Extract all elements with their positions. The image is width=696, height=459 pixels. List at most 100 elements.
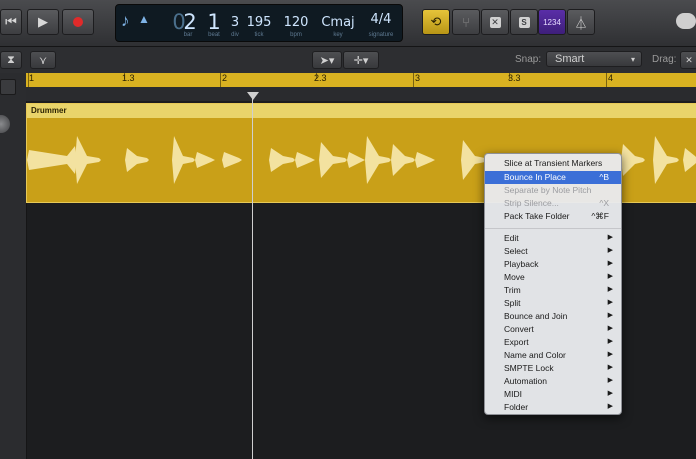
metronome-button[interactable]: ⏃ — [567, 9, 595, 35]
submenu-automation[interactable]: Automation ▶ — [485, 375, 621, 388]
lcd-bar-label: bar — [183, 32, 193, 38]
submenu-arrow-icon: ▶ — [607, 312, 613, 319]
submenu-move[interactable]: Move ▶ — [485, 271, 621, 284]
submenu-bounce-and-join[interactable]: Bounce and Join ▶ — [485, 310, 621, 323]
rewind-icon: ⏮ — [5, 14, 17, 29]
replace-button[interactable]: ✕ — [481, 9, 509, 35]
rewind-button[interactable]: ⏮ — [0, 9, 22, 35]
menu-item-slice-transients[interactable]: Slice at Transient Markers — [485, 157, 621, 170]
count-in-label: 1234 — [543, 17, 561, 27]
menu-shortcut: ^B — [599, 172, 609, 182]
solo-button[interactable]: S — [510, 9, 538, 35]
submenu-playback[interactable]: Playback ▶ — [485, 258, 621, 271]
menu-item-separate-by-pitch: Separate by Note Pitch — [504, 185, 592, 195]
menu-shortcut: ^X — [599, 198, 609, 208]
submenu-arrow-icon: ▶ — [607, 247, 613, 254]
lcd-bar[interactable]: 2 — [182, 10, 198, 34]
submenu-arrow-icon: ▶ — [607, 273, 613, 280]
lcd-beat[interactable]: 1 — [206, 10, 222, 34]
submenu-arrow-icon: ▶ — [607, 403, 613, 410]
record-icon — [73, 17, 83, 27]
tuner-button[interactable]: ⑂ — [452, 9, 480, 35]
menu-separator — [485, 228, 621, 229]
submenu-split[interactable]: Split ▶ — [485, 297, 621, 310]
play-icon: ▶ — [38, 14, 48, 29]
lcd-tick-label: tick — [254, 32, 264, 38]
pointer-tool-menu[interactable]: ➤▾ — [312, 51, 342, 69]
menu-item-pack-take-folder[interactable]: Pack Take Folder ^⌘F — [485, 210, 621, 223]
secondary-tool-menu[interactable]: ✛▾ — [343, 51, 379, 69]
submenu-arrow-icon: ▶ — [607, 325, 613, 332]
tuner-icon[interactable]: ♪ — [121, 11, 130, 31]
metronome-icon: ⏃ — [574, 15, 588, 31]
submenu-trim[interactable]: Trim ▶ — [485, 284, 621, 297]
lcd-div-label: div — [231, 32, 239, 38]
lcd-key[interactable]: Cmaj — [321, 15, 355, 30]
region-name: Drummer — [31, 106, 67, 115]
context-menu: Slice at Transient Markers Bounce In Pla… — [484, 153, 622, 415]
ruler-mark: 2.3 — [314, 73, 327, 83]
playhead-handle[interactable] — [247, 92, 259, 100]
track-header-button[interactable] — [0, 79, 16, 95]
filter-button[interactable]: ⋎ — [30, 51, 56, 69]
submenu-arrow-icon: ▶ — [607, 234, 613, 241]
submenu-export[interactable]: Export ▶ — [485, 336, 621, 349]
pointer-icon: ➤▾ — [319, 54, 335, 67]
tracks-toolbar: ⧗ ⋎ ➤▾ ✛▾ Snap: Smart ▾ Drag: ✕ — [0, 47, 696, 74]
snap-label: Snap: — [515, 54, 542, 65]
submenu-smpte-lock[interactable]: SMPTE Lock ▶ — [485, 362, 621, 375]
track-header-column — [0, 73, 27, 459]
chevron-down-icon: ▾ — [630, 54, 635, 64]
playhead-line — [252, 92, 253, 459]
ruler-mark: 4 — [608, 73, 614, 83]
collapse-button[interactable]: ⧗ — [0, 51, 22, 69]
secondary-ruler[interactable] — [26, 87, 696, 102]
solo-icon: S — [518, 16, 530, 28]
drag-label: Drag: — [652, 54, 677, 65]
filter-icon: ⋎ — [38, 54, 48, 67]
lcd-display[interactable]: ♪ ▲ 0 2 1 3 195 120 Cmaj 4/4 bar beat di… — [115, 4, 403, 42]
submenu-edit[interactable]: Edit ▶ — [485, 232, 621, 245]
submenu-name-and-color[interactable]: Name and Color ▶ — [485, 349, 621, 362]
crosshair-icon: ✛▾ — [353, 54, 369, 67]
snap-select[interactable]: Smart ▾ — [546, 51, 642, 67]
lcd-beat-label: beat — [208, 32, 220, 38]
lcd-div[interactable]: 3 — [228, 15, 242, 30]
lcd-bpm-label: bpm — [290, 32, 302, 38]
hourglass-icon: ⧗ — [7, 53, 15, 66]
ruler-mark: 3 — [415, 73, 421, 83]
submenu-arrow-icon: ▶ — [607, 338, 613, 345]
menu-shortcut: ^⌘F — [591, 211, 609, 221]
menu-item-bounce-in-place[interactable]: Bounce In Place ^B — [485, 171, 621, 184]
snap-value: Smart — [555, 53, 585, 65]
volume-knob[interactable] — [0, 115, 10, 133]
ruler-mark: 2 — [222, 73, 228, 83]
submenu-folder[interactable]: Folder ▶ — [485, 401, 621, 414]
drag-select[interactable]: ✕ — [680, 51, 696, 69]
lcd-bpm[interactable]: 120 — [281, 15, 311, 30]
bar-ruler[interactable]: 1 1.3 2 2.3 3 3.3 4 — [26, 73, 696, 87]
lcd-key-label: key — [333, 32, 343, 38]
submenu-arrow-icon: ▶ — [607, 364, 613, 371]
cycle-icon: ⟲ — [430, 14, 442, 29]
play-button[interactable]: ▶ — [27, 9, 59, 35]
control-bar: ⏮ ▶ ♪ ▲ 0 2 1 3 195 120 Cmaj 4/4 bar bea… — [0, 0, 696, 47]
count-in-button[interactable]: 1234 — [538, 9, 566, 35]
menu-item-strip-silence: Strip Silence... ^X — [504, 198, 609, 208]
submenu-midi[interactable]: MIDI ▶ — [485, 388, 621, 401]
close-icon: ✕ — [685, 54, 693, 65]
lcd-tick[interactable]: 195 — [246, 15, 272, 30]
submenu-convert[interactable]: Convert ▶ — [485, 323, 621, 336]
ruler-mark: 1 — [29, 73, 35, 83]
lcd-signature-label: signature — [368, 32, 394, 38]
status-indicator — [676, 13, 696, 29]
submenu-arrow-icon: ▶ — [607, 286, 613, 293]
record-button[interactable] — [62, 9, 94, 35]
lcd-signature[interactable]: 4/4 — [368, 12, 394, 27]
submenu-select[interactable]: Select ▶ — [485, 245, 621, 258]
submenu-arrow-icon: ▶ — [607, 299, 613, 306]
replace-icon: ✕ — [489, 16, 501, 28]
submenu-arrow-icon: ▶ — [607, 260, 613, 267]
tuning-fork-icon: ⑂ — [462, 14, 470, 30]
cycle-button[interactable]: ⟲ — [422, 9, 450, 35]
